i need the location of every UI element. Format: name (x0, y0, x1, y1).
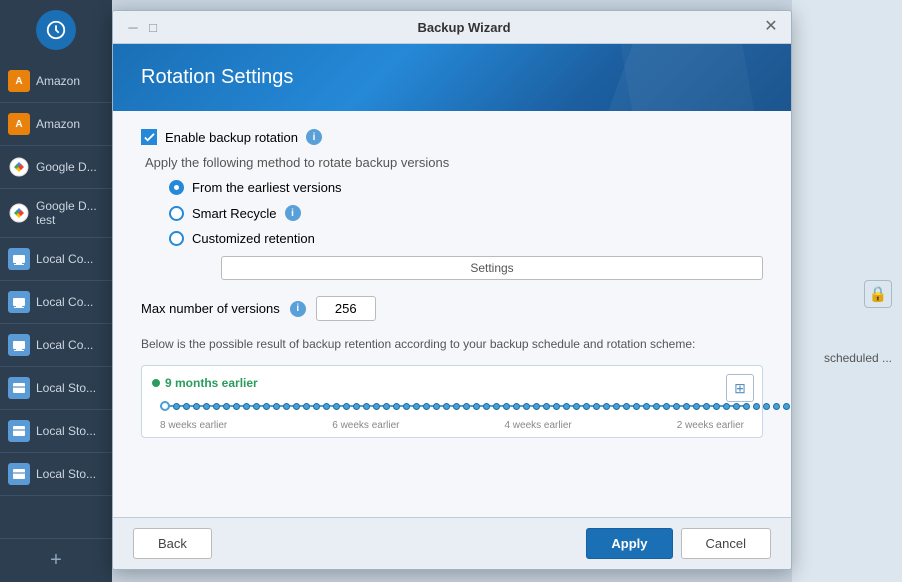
sidebar: A Amazon A Amazon Google D... (0, 0, 112, 582)
local-icon-2 (8, 291, 30, 313)
description-text: Below is the possible result of backup r… (141, 335, 763, 353)
app-logo[interactable] (36, 10, 76, 50)
sidebar-item-label: Amazon (36, 117, 80, 131)
max-versions-row: Max number of versions i (141, 296, 763, 321)
amazon-icon-2: A (8, 113, 30, 135)
cancel-button[interactable]: Cancel (681, 528, 771, 559)
add-button[interactable]: + (0, 538, 112, 582)
enable-rotation-info-icon[interactable]: i (306, 129, 322, 145)
timeline-start-dot (160, 401, 170, 411)
sidebar-item-label: Google D... test (36, 199, 104, 227)
amazon-icon-1: A (8, 70, 30, 92)
local-icon-1 (8, 248, 30, 270)
sidebar-item-local-sto-3[interactable]: Local Sto... (0, 453, 112, 496)
sidebar-item-label: Google D... (36, 160, 97, 174)
timeline-label-2w: 2 weeks earlier (677, 420, 744, 431)
dialog-header: Rotation Settings (113, 44, 791, 111)
timeline-label: 9 months earlier (152, 376, 752, 390)
timeline-track (152, 396, 752, 416)
sidebar-item-label: Local Sto... (36, 381, 96, 395)
rotation-method-group: From the earliest versions Smart Recycle… (169, 180, 763, 280)
max-versions-info-icon[interactable]: i (290, 301, 306, 317)
google-icon-2 (8, 202, 30, 224)
timeline-labels: 8 weeks earlier 6 weeks earlier 4 weeks … (152, 420, 752, 431)
timeline-label-6w: 6 weeks earlier (332, 420, 399, 431)
sidebar-item-amazon-2[interactable]: A Amazon (0, 103, 112, 146)
enable-rotation-row: Enable backup rotation i (141, 129, 763, 145)
dialog-header-title: Rotation Settings (141, 66, 763, 89)
backup-wizard-dialog: ─ □ Backup Wizard ✕ Rotation Settings En… (112, 10, 792, 570)
sidebar-item-local-2[interactable]: Local Co... (0, 281, 112, 324)
apply-button[interactable]: Apply (586, 528, 672, 559)
sidebar-item-local-3[interactable]: Local Co... (0, 324, 112, 367)
close-button[interactable]: ✕ (763, 19, 779, 35)
radio-customized-circle (169, 231, 184, 246)
footer-left: Back (133, 528, 212, 559)
radio-smart-recycle-circle (169, 206, 184, 221)
timeline-dot-indicator (152, 379, 160, 387)
enable-rotation-checkbox[interactable] (141, 129, 157, 145)
dialog-title: Backup Wizard (165, 20, 763, 35)
sidebar-item-local-sto-2[interactable]: Local Sto... (0, 410, 112, 453)
radio-earliest-circle (169, 180, 184, 195)
enable-rotation-label: Enable backup rotation (165, 130, 298, 145)
maximize-button[interactable]: □ (145, 19, 161, 35)
right-panel: 🔒 scheduled ... (792, 0, 902, 582)
radio-earliest[interactable]: From the earliest versions (169, 180, 763, 195)
timeline-dots (160, 401, 744, 411)
scheduled-text: scheduled ... (824, 351, 892, 365)
sidebar-item-label: Local Co... (36, 295, 93, 309)
local-sto-icon-3 (8, 463, 30, 485)
sidebar-item-local-1[interactable]: Local Co... (0, 238, 112, 281)
sidebar-item-label: Amazon (36, 74, 80, 88)
radio-earliest-label: From the earliest versions (192, 180, 342, 195)
footer-right: Apply Cancel (586, 528, 771, 559)
radio-customized[interactable]: Customized retention (169, 231, 763, 246)
sidebar-item-label: Local Co... (36, 338, 93, 352)
back-button[interactable]: Back (133, 528, 212, 559)
sidebar-item-label: Local Sto... (36, 467, 96, 481)
timeline-container: ⊞ 9 months earlier (141, 365, 763, 438)
sidebar-item-amazon-1[interactable]: A Amazon (0, 60, 112, 103)
titlebar-controls: ─ □ (125, 19, 165, 35)
apply-method-label: Apply the following method to rotate bac… (145, 155, 763, 170)
timeline-label-4w: 4 weeks earlier (504, 420, 571, 431)
sidebar-item-local-sto-1[interactable]: Local Sto... (0, 367, 112, 410)
sidebar-item-label: Local Sto... (36, 424, 96, 438)
dialog-titlebar: ─ □ Backup Wizard ✕ (113, 11, 791, 44)
dialog-footer: Back Apply Cancel (113, 517, 791, 569)
radio-smart-recycle[interactable]: Smart Recycle i (169, 205, 763, 221)
radio-smart-recycle-label: Smart Recycle (192, 206, 277, 221)
sidebar-item-google-2[interactable]: Google D... test (0, 189, 112, 238)
local-sto-icon-1 (8, 377, 30, 399)
google-icon-1 (8, 156, 30, 178)
local-icon-3 (8, 334, 30, 356)
local-sto-icon-2 (8, 420, 30, 442)
max-versions-label: Max number of versions (141, 301, 280, 316)
timeline-label-8w: 8 weeks earlier (160, 420, 227, 431)
minimize-button[interactable]: ─ (125, 19, 141, 35)
radio-customized-label: Customized retention (192, 231, 315, 246)
max-versions-input[interactable] (316, 296, 376, 321)
sidebar-item-google-1[interactable]: Google D... (0, 146, 112, 189)
smart-recycle-info-icon[interactable]: i (285, 205, 301, 221)
sidebar-item-label: Local Co... (36, 252, 93, 266)
lock-icon[interactable]: 🔒 (864, 280, 892, 308)
dialog-body: Enable backup rotation i Apply the follo… (113, 111, 791, 517)
settings-button[interactable]: Settings (221, 256, 763, 280)
